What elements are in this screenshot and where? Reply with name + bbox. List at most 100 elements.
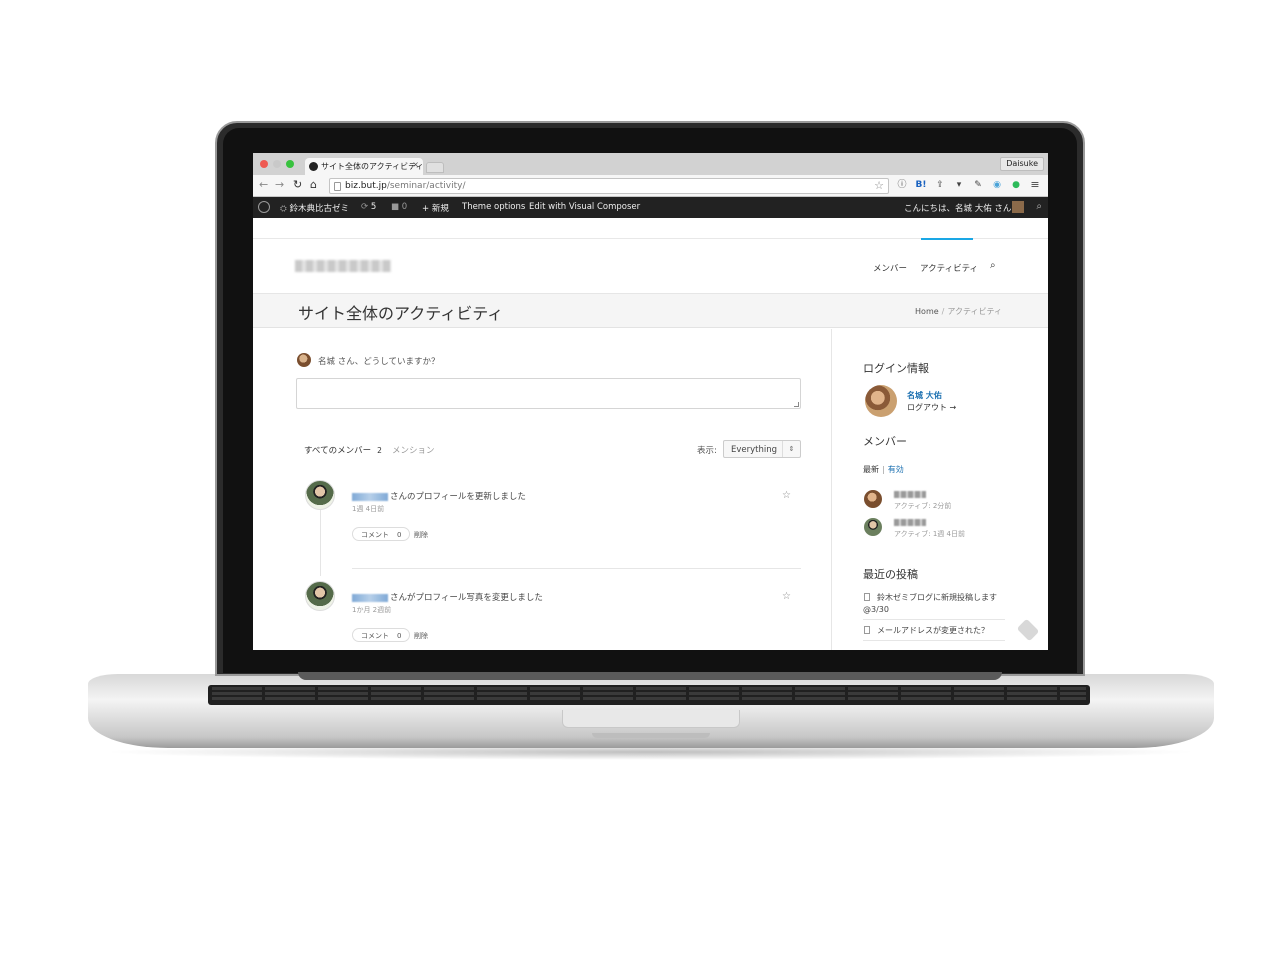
hatena-bookmark-icon[interactable]: B! (915, 179, 927, 191)
profile-button[interactable]: Daisuke (1000, 157, 1044, 171)
document-icon (864, 593, 870, 601)
keyboard-row (212, 697, 1086, 700)
nav-item-activity[interactable]: アクティビティ (920, 262, 978, 274)
dashboard-icon: ⛭ (280, 204, 287, 214)
screenshot-extension-icon[interactable]: ◉ (991, 179, 1003, 191)
nav-item-members[interactable]: メンバー (873, 262, 907, 274)
avatar[interactable] (864, 518, 882, 536)
tab-all-members-label: すべてのメンバー (304, 446, 372, 456)
avatar[interactable] (1012, 201, 1024, 213)
tab-all-members[interactable]: すべてのメンバー 2 (304, 444, 382, 456)
keyboard-row (212, 692, 1086, 695)
favorite-star-icon[interactable]: ☆ (782, 591, 791, 602)
wp-greeting[interactable]: こんにちは、名城 大佑 さん！ (904, 202, 1020, 214)
avatar[interactable] (305, 480, 335, 510)
maximize-window-button[interactable] (286, 160, 294, 168)
activity-filter-select[interactable]: Everything ⇕ (723, 440, 801, 458)
breadcrumb-separator: / (941, 307, 945, 316)
activity-text: さんのプロフィールを更新しました (352, 490, 526, 502)
whats-new-prompt: 名城 さん、どうしていますか？ (318, 357, 440, 367)
avatar[interactable] (864, 490, 882, 508)
reload-icon[interactable]: ↻ (293, 179, 302, 191)
search-icon[interactable]: ⌕ (990, 260, 996, 271)
comment-label: コメント (361, 632, 389, 640)
url-host: biz.but.jp (345, 181, 387, 191)
browser-tabstrip: サイト全体のアクティビティ × Daisuke (253, 153, 1048, 175)
browser-tab[interactable]: サイト全体のアクティビティ × (305, 158, 423, 175)
url-path: /seminar/activity/ (386, 181, 466, 191)
favicon-icon (309, 162, 318, 171)
menu-icon[interactable]: ≡ (1029, 179, 1041, 191)
share-extension-icon[interactable]: ⇪ (934, 179, 946, 191)
wp-comments[interactable]: ■ 0 (391, 202, 407, 212)
wp-updates[interactable]: ⟳ 5 (361, 202, 376, 212)
wp-site-menu[interactable]: ⛭ 鈴木典比古ゼミ (280, 202, 349, 214)
activity-filter-value: Everything (731, 445, 778, 455)
scroll-to-top-icon[interactable] (1016, 618, 1040, 642)
forward-icon[interactable]: → (275, 179, 284, 191)
lid-notch (592, 733, 710, 738)
tab-mentions[interactable]: メンション (392, 444, 435, 456)
wp-updates-count: 5 (370, 202, 377, 212)
comment-button[interactable]: コメント 0 (352, 628, 411, 642)
site-logo[interactable] (295, 260, 391, 272)
wp-theme-options[interactable]: Theme options (462, 202, 525, 212)
info-extension-icon[interactable]: ⓘ (896, 179, 908, 191)
comment-button[interactable]: コメント 0 (352, 527, 411, 541)
keyboard-row (212, 687, 1086, 690)
members-tab-newest[interactable]: 最新 (863, 465, 879, 474)
delete-button[interactable]: 削除 (414, 631, 428, 641)
resize-handle-icon[interactable] (794, 402, 799, 407)
address-bar[interactable]: biz.but.jp/seminar/activity/ ☆ (329, 178, 889, 194)
breadcrumb-home[interactable]: Home (915, 307, 939, 316)
home-icon[interactable]: ⌂ (310, 179, 317, 191)
recent-post-link[interactable]: メールアドレスが変更された？ (863, 625, 1005, 641)
hinge (298, 672, 1002, 680)
close-window-button[interactable] (260, 160, 268, 168)
wp-visual-composer[interactable]: Edit with Visual Composer (529, 202, 640, 212)
activity-action: さんのプロフィールを更新しました (390, 492, 526, 502)
back-icon[interactable]: ← (259, 179, 268, 191)
bookmark-star-icon[interactable]: ☆ (874, 179, 884, 192)
member-name-link[interactable] (352, 593, 388, 602)
member-name-link[interactable] (894, 519, 926, 526)
members-tab-active[interactable]: 有効 (888, 465, 904, 474)
green-extension-icon[interactable]: ● (1010, 179, 1022, 191)
activity-time[interactable]: 1か月 2週前 (352, 605, 391, 615)
comment-label: コメント (361, 531, 389, 539)
new-tab-button[interactable] (426, 162, 444, 173)
recent-post-link[interactable]: 鈴木ゼミブログに新規投稿します @3/30 (863, 592, 1005, 620)
members-tab-separator: | (882, 465, 885, 474)
login-name-link[interactable]: 名城 大佑 (907, 390, 942, 401)
search-icon[interactable]: ⌕ (1036, 201, 1042, 212)
logout-link[interactable]: ログアウト → (907, 402, 956, 413)
activity-divider (352, 568, 801, 569)
wp-new-menu[interactable]: + 新規 (422, 202, 449, 214)
evernote-icon[interactable]: ✎ (972, 179, 984, 191)
title-bar: サイト全体のアクティビティ Home / アクティビティ (253, 294, 1048, 328)
tab-close-icon[interactable]: × (412, 160, 419, 169)
login-widget-title: ログイン情報 (863, 362, 929, 375)
avatar[interactable] (305, 581, 335, 611)
member-name-link[interactable] (352, 492, 388, 501)
delete-button[interactable]: 削除 (414, 530, 428, 540)
avatar[interactable] (297, 353, 311, 367)
wordpress-logo-icon[interactable] (258, 201, 270, 213)
avatar[interactable] (865, 385, 897, 417)
breadcrumb-current: アクティビティ (947, 307, 1002, 316)
recent-post-title: 鈴木ゼミブログに新規投稿します @3/30 (863, 593, 997, 614)
screen: サイト全体のアクティビティ × Daisuke ← → ↻ ⌂ biz.but.… (253, 153, 1048, 650)
whats-new-textarea[interactable] (296, 378, 801, 409)
pocket-icon[interactable]: ▾ (953, 179, 965, 191)
member-name-link[interactable] (894, 491, 926, 498)
members-widget-title: メンバー (863, 435, 907, 448)
updates-icon: ⟳ (361, 202, 369, 212)
favorite-star-icon[interactable]: ☆ (782, 490, 791, 501)
wp-site-name: 鈴木典比古ゼミ (289, 204, 350, 214)
comment-count: 0 (397, 531, 402, 539)
minimize-window-button[interactable] (273, 160, 281, 168)
activity-time[interactable]: 1週 4日前 (352, 504, 384, 514)
members-filter-tabs: 最新 | 有効 (863, 464, 904, 475)
activity-text: さんがプロフィール写真を変更しました (352, 591, 543, 603)
comment-count: 0 (397, 632, 402, 640)
